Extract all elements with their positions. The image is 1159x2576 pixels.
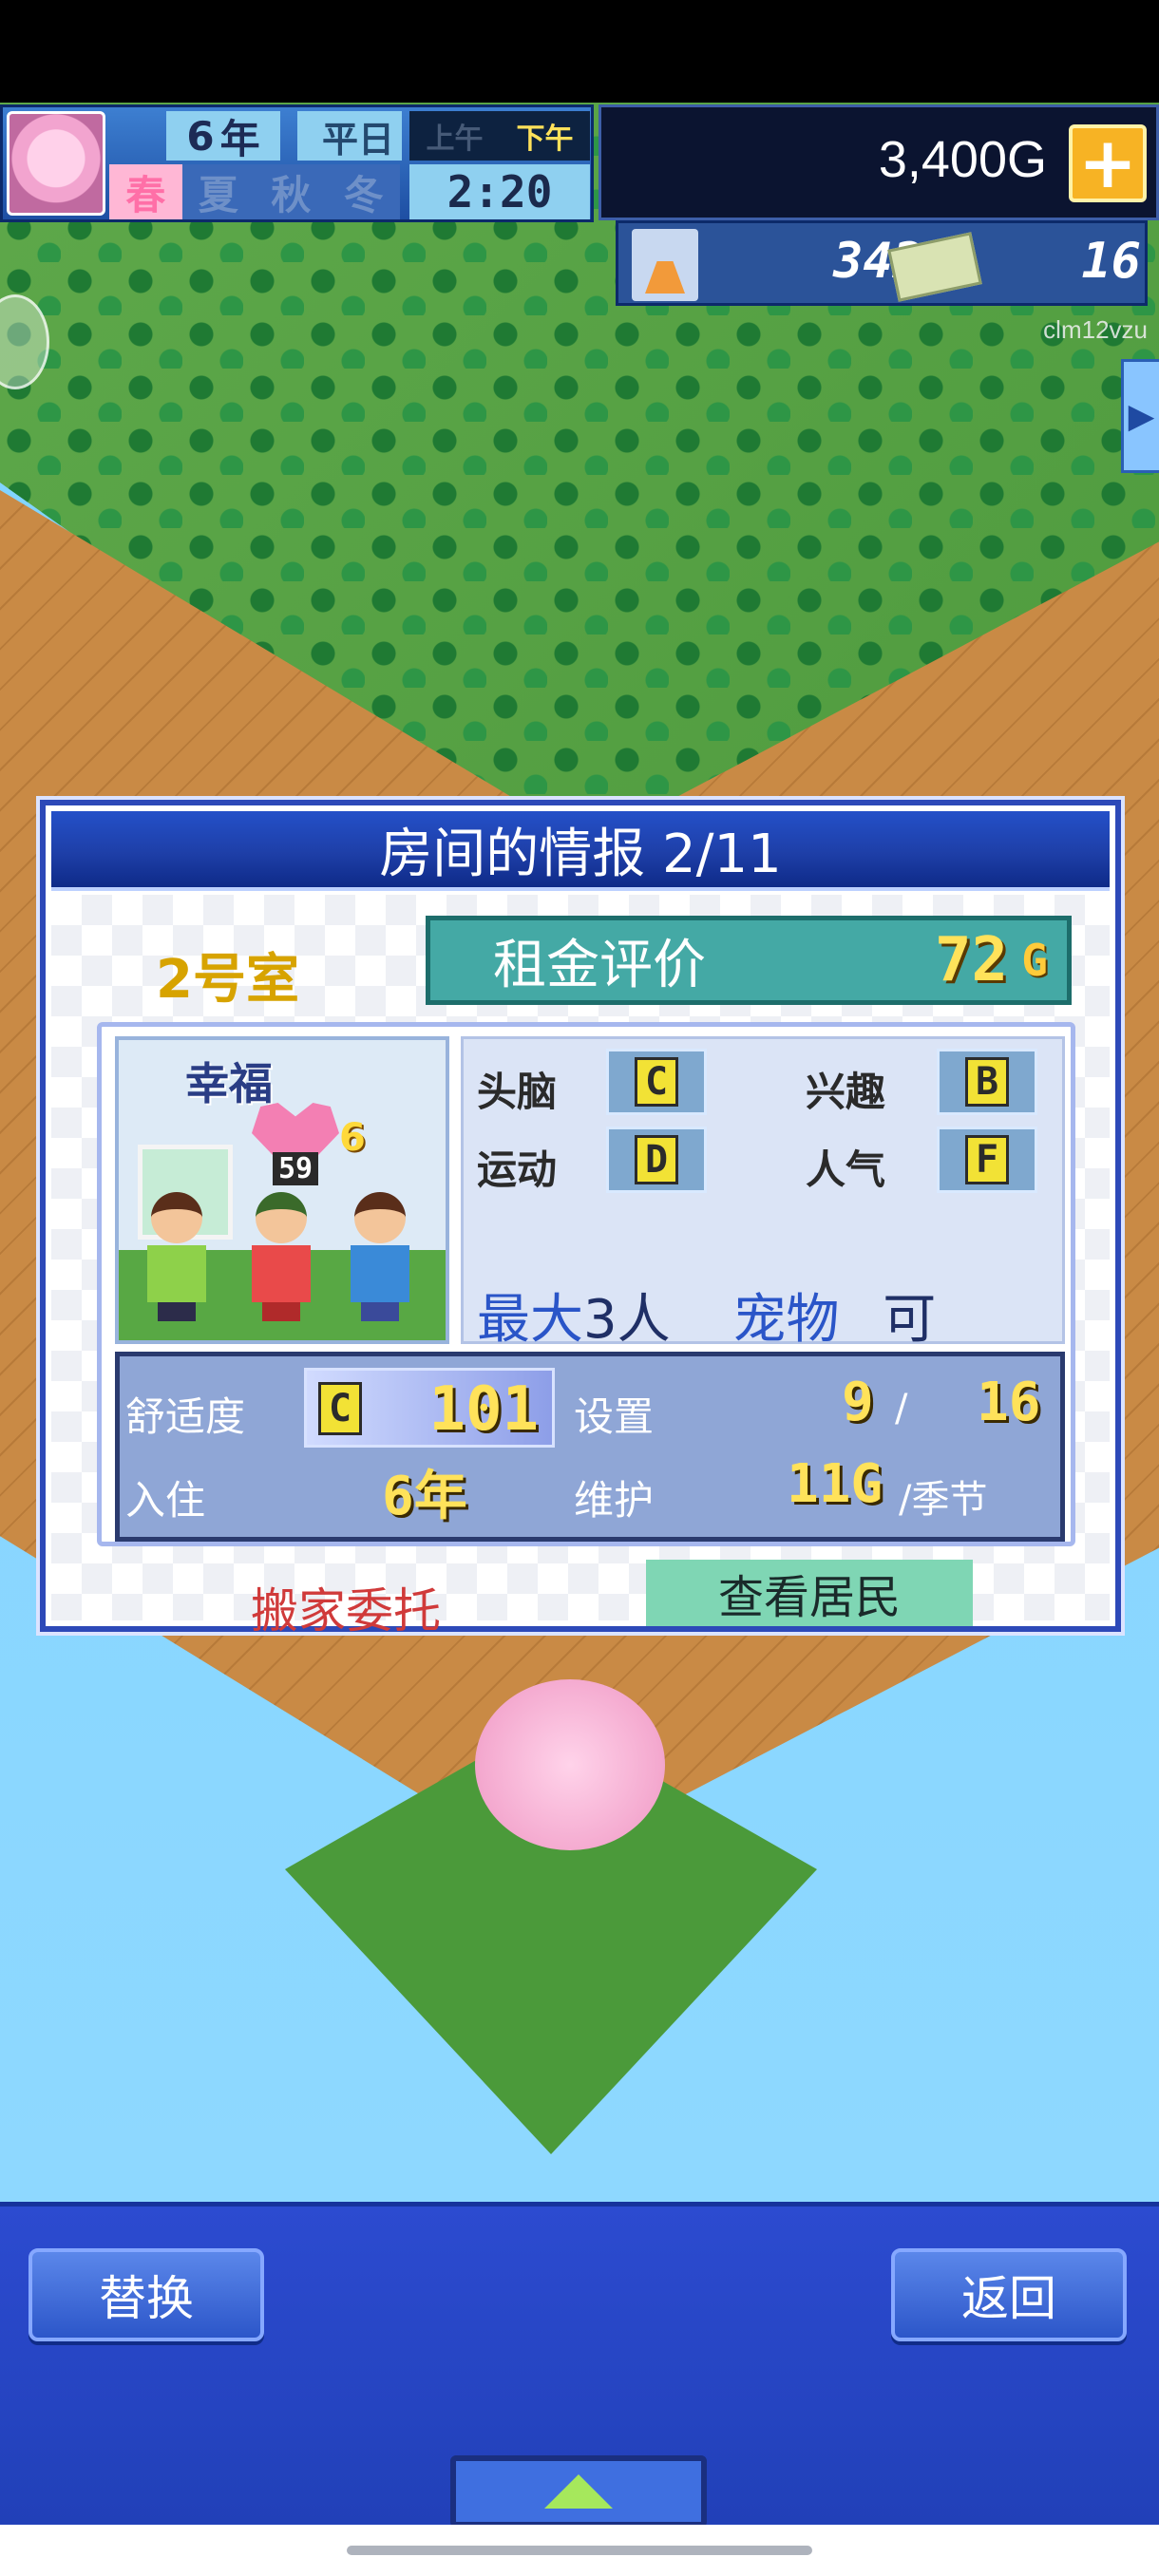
comfort-label: 舒适度 xyxy=(125,1393,246,1440)
facilities-separator: / xyxy=(895,1387,908,1430)
money-panel: 3,400G + xyxy=(598,104,1159,220)
popularity-label: 人气 xyxy=(806,1146,886,1193)
am-label: 上午 xyxy=(426,123,484,156)
capacity-value: 3人 xyxy=(583,1289,671,1351)
sport-label: 运动 xyxy=(477,1146,558,1193)
season-indicator: 春 夏 秋 冬 xyxy=(109,164,400,219)
add-money-button[interactable]: + xyxy=(1069,124,1147,202)
residence-label: 入住 xyxy=(125,1477,206,1524)
season-winter: 冬 xyxy=(327,164,400,219)
dialog-title: 房间的情报 2/11 xyxy=(51,811,1110,891)
user-id-label: clm12vzu xyxy=(1043,315,1148,344)
flask-icon xyxy=(632,229,698,301)
move-request-button[interactable]: 搬家委托 xyxy=(251,1573,441,1641)
hobby-label: 兴趣 xyxy=(806,1069,886,1115)
date-time-panel: 6 年 平日 上午 下午 春 夏 秋 冬 2:20 xyxy=(0,104,594,222)
rent-unit: G xyxy=(1021,935,1048,986)
view-residents-button[interactable]: 查看居民 xyxy=(646,1560,973,1626)
cherry-tree xyxy=(475,1679,665,1850)
rent-label: 租金评价 xyxy=(493,934,706,996)
pets-label: 宠物 xyxy=(732,1289,840,1351)
room-name: 2号室 xyxy=(156,949,299,1011)
brain-label: 头脑 xyxy=(477,1069,558,1115)
dialog-body: 2号室 租金评价 72 G 幸福 59 6 头脑 C 兴趣 B 运动 D 人气 … xyxy=(51,895,1110,1638)
home-indicator[interactable] xyxy=(347,2546,812,2555)
room-panel: 幸福 59 6 头脑 C 兴趣 B 运动 D 人气 F 最大3人 宠物 可 舒适… xyxy=(97,1022,1075,1546)
maintenance-unit: /季节 xyxy=(899,1478,988,1522)
resource-panel: 342 16 xyxy=(616,220,1148,306)
resident-avatar xyxy=(347,1192,413,1325)
replace-button[interactable]: 替换 xyxy=(28,2248,264,2341)
pets-value: 可 xyxy=(883,1289,937,1351)
weekday-label: 平日 xyxy=(297,111,402,161)
year-display: 6 年 xyxy=(166,111,280,162)
plus-icon: + xyxy=(1077,123,1137,204)
room-info-dialog: 房间的情报 2/11 2号室 租金评价 72 G 幸福 59 6 头脑 C 兴趣… xyxy=(40,800,1121,1638)
rent-value: 72 xyxy=(934,925,1008,995)
room-preview: 幸福 59 6 xyxy=(115,1036,449,1344)
maintenance-value: 11G xyxy=(787,1453,884,1515)
year-number: 6 xyxy=(186,112,215,160)
comfort-value: 101 xyxy=(428,1374,539,1445)
happiness-level: 6 xyxy=(339,1116,366,1160)
chevron-right-icon: ▶ xyxy=(1128,396,1155,436)
resident-avatar xyxy=(248,1192,314,1325)
season-spring: 春 xyxy=(109,164,182,219)
residence-years: 6年 xyxy=(382,1466,467,1527)
am-pm-indicator: 上午 下午 xyxy=(409,111,590,161)
rent-rating-box: 租金评价 72 G xyxy=(426,916,1072,1005)
year-unit: 年 xyxy=(219,115,260,162)
facilities-label: 设置 xyxy=(574,1393,655,1440)
money-amount: 3,400G xyxy=(878,131,1047,188)
popularity-grade: F xyxy=(937,1127,1037,1193)
brain-grade: C xyxy=(606,1049,707,1115)
capacity-prefix: 最大 xyxy=(477,1289,583,1351)
season-autumn: 秋 xyxy=(255,164,328,219)
status-bar xyxy=(0,0,1159,103)
bottom-action-bar: 替换 返回 xyxy=(0,2202,1159,2528)
expand-menu-button[interactable] xyxy=(450,2455,707,2528)
capacity-line: 最大3人 宠物 可 xyxy=(477,1277,936,1354)
game-clock: 2:20 xyxy=(409,164,590,219)
sport-grade: D xyxy=(606,1127,707,1193)
comfort-grade: C xyxy=(318,1382,362,1435)
room-details: 舒适度 C 101 设置 9 / 16 入住 6年 维护 11G /季节 xyxy=(115,1352,1065,1542)
side-menu-toggle[interactable]: ▶ xyxy=(1121,359,1159,473)
facilities-used: 9 xyxy=(842,1372,874,1433)
back-button[interactable]: 返回 xyxy=(891,2248,1127,2341)
season-summer: 夏 xyxy=(181,164,255,219)
cherry-blossom-icon[interactable] xyxy=(7,111,105,216)
hobby-grade: B xyxy=(937,1049,1037,1115)
happiness-label: 幸福 xyxy=(185,1058,273,1109)
pm-label: 下午 xyxy=(516,123,574,156)
triangle-up-icon xyxy=(544,2474,613,2509)
facilities-max: 16 xyxy=(977,1372,1041,1433)
maintenance-label: 维护 xyxy=(574,1477,655,1524)
room-stats: 头脑 C 兴趣 B 运动 D 人气 F 最大3人 宠物 可 xyxy=(461,1036,1065,1351)
comfort-bar: C 101 xyxy=(304,1368,555,1448)
resident-avatar xyxy=(143,1192,210,1325)
happiness-score: 59 xyxy=(273,1152,319,1185)
ticket-count: 16 xyxy=(1081,233,1141,290)
